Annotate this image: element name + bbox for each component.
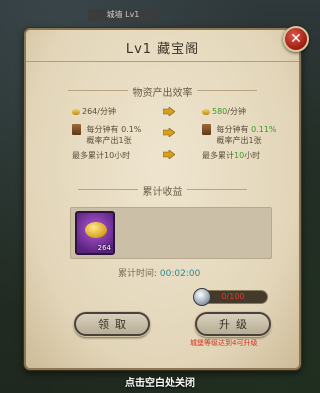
book-icon bbox=[202, 124, 211, 135]
reward-item-slot[interactable]: 264 bbox=[75, 211, 115, 255]
upgrade-requirement: 城堡等级达到4可升级 bbox=[190, 339, 258, 347]
close-icon: ✕ bbox=[290, 31, 302, 47]
next-rate-value: 580 bbox=[212, 107, 228, 116]
top-banner-text: 城墙 Lv1 bbox=[106, 10, 140, 19]
gold-coin-icon bbox=[85, 222, 107, 238]
current-rate-text: 264/分钟 bbox=[82, 107, 116, 116]
output-header: 物资产出效率 bbox=[24, 84, 301, 99]
accumulated-time: 累计时间: 00:02:00 bbox=[118, 266, 200, 279]
collect-button[interactable]: 领取 bbox=[74, 312, 150, 336]
current-chance-text-2: 概率产出1张 bbox=[86, 136, 132, 145]
book-icon bbox=[72, 124, 81, 135]
current-chance: 每分钟有 0.1% 概率产出1张 bbox=[72, 124, 141, 146]
divider bbox=[187, 189, 247, 190]
next-max: 最多累计10小时 bbox=[202, 150, 260, 161]
gain-header: 累计收益 bbox=[24, 183, 301, 198]
panel-title: Lv1 藏宝阁 bbox=[125, 42, 200, 57]
current-max: 最多累计10小时 bbox=[72, 151, 131, 160]
coin-icon bbox=[72, 108, 80, 115]
top-banner: 城墙 Lv1 bbox=[88, 9, 158, 21]
next-max-value: 10 bbox=[234, 151, 245, 160]
next-chance-text-2: 概率产出1张 bbox=[216, 136, 262, 145]
accumulated-gain-box: 264 bbox=[70, 207, 272, 259]
upgrade-button[interactable]: 升级 bbox=[195, 312, 271, 336]
divider bbox=[78, 189, 138, 190]
arrow-right-icon bbox=[163, 150, 175, 159]
divider bbox=[197, 90, 257, 91]
title-bar: Lv1 藏宝阁 bbox=[26, 30, 299, 62]
tap-to-close-hint[interactable]: 点击空白处关闭 bbox=[0, 374, 320, 389]
next-max-prefix: 最多累计 bbox=[202, 151, 234, 160]
next-chance-prefix: 每分钟有 bbox=[216, 125, 252, 134]
output-header-label: 物资产出效率 bbox=[132, 88, 193, 99]
timer-label: 累计时间: bbox=[118, 269, 158, 279]
coin-icon bbox=[202, 108, 210, 115]
next-chance-value: 0.11% bbox=[251, 125, 277, 134]
upgrade-progress-text: 0/100 bbox=[221, 292, 245, 301]
timer-value: 00:02:00 bbox=[159, 269, 201, 279]
reward-item-count: 264 bbox=[97, 244, 111, 252]
arrow-right-icon bbox=[163, 128, 175, 137]
next-rate-unit: /分钟 bbox=[227, 107, 246, 116]
gain-header-label: 累计收益 bbox=[142, 187, 183, 198]
close-button[interactable]: ✕ bbox=[283, 26, 309, 52]
next-chance: 每分钟有 0.11% 概率产出1张 bbox=[202, 124, 277, 146]
arrow-right-icon bbox=[163, 107, 175, 116]
divider bbox=[68, 90, 128, 91]
current-rate: 264/分钟 bbox=[72, 106, 116, 117]
current-chance-text: 每分钟有 0.1% bbox=[86, 125, 142, 134]
next-max-unit: 小时 bbox=[244, 151, 261, 160]
next-rate: 580/分钟 bbox=[202, 106, 246, 117]
upgrade-progress: 0/100 bbox=[193, 288, 268, 306]
